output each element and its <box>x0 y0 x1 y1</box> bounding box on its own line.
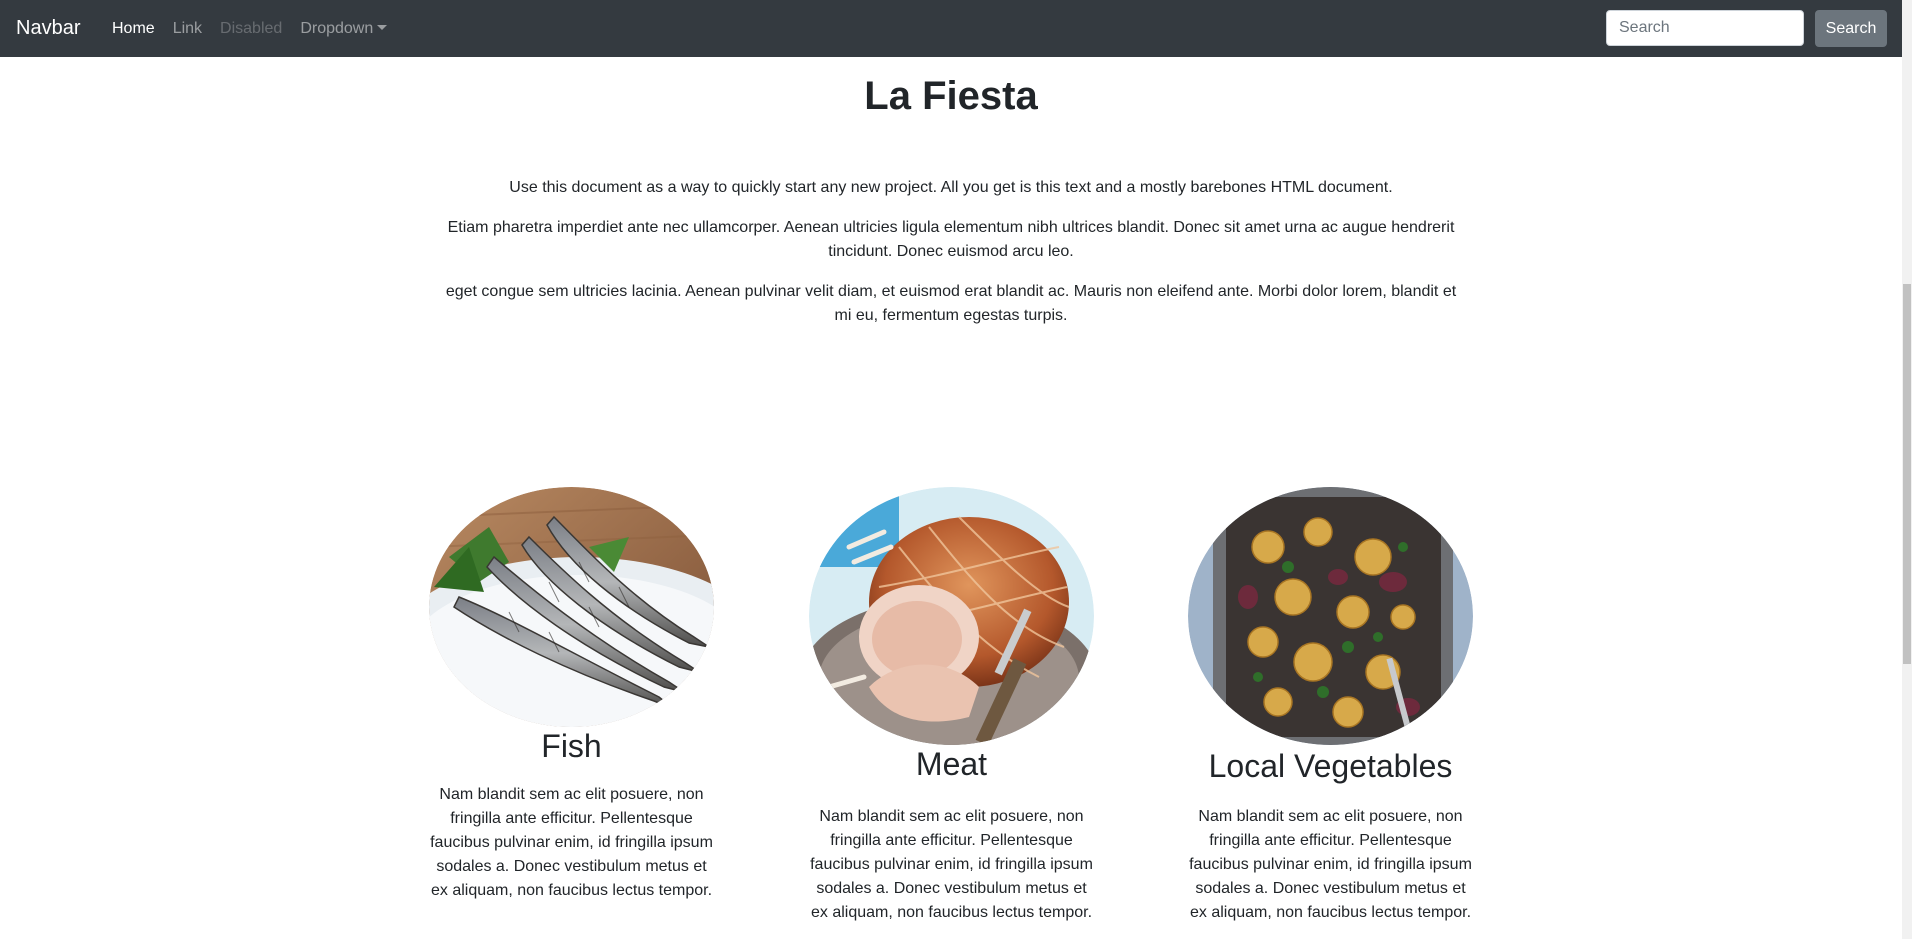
navbar: Navbar Home Link Disabled Dropdown Searc… <box>0 0 1902 57</box>
nav-links: Home Link Disabled Dropdown <box>103 19 396 39</box>
search-input[interactable] <box>1606 10 1804 46</box>
feature-local-vegetables: Local Vegetables Nam blandit sem ac elit… <box>1188 487 1473 925</box>
intro-paragraph: Use this document as a way to quickly st… <box>509 179 1393 196</box>
vertical-scrollbar[interactable] <box>1902 0 1912 939</box>
nav-link-home[interactable]: Home <box>103 19 164 39</box>
feature-meat: Meat Nam blandit sem ac elit posuere, no… <box>809 487 1094 925</box>
page: Navbar Home Link Disabled Dropdown Searc… <box>0 0 1902 939</box>
feature-title: Meat <box>915 746 988 782</box>
nav-dropdown-label: Dropdown <box>300 20 374 37</box>
navbar-brand[interactable]: Navbar <box>16 16 80 40</box>
feature-text: Nam blandit sem ac elit posuere, non fri… <box>1189 808 1472 921</box>
intro-text: Use this document as a way to quickly st… <box>436 176 1466 344</box>
intro-paragraph: Etiam pharetra imperdiet ante nec ullamc… <box>447 219 1455 260</box>
caret-down-icon <box>377 25 388 30</box>
grilled-sardines-photo <box>429 487 714 727</box>
nav-link-link[interactable]: Link <box>164 19 211 39</box>
feature-fish: Fish Nam blandit sem ac elit posuere, no… <box>429 487 714 903</box>
feature-title: Fish <box>541 728 602 764</box>
feature-text: Nam blandit sem ac elit posuere, non fri… <box>810 808 1093 921</box>
intro-paragraph: eget congue sem ultricies lacinia. Aenea… <box>445 283 1457 324</box>
page-title: La Fiesta <box>864 74 1038 118</box>
nav-dropdown-toggle[interactable]: Dropdown <box>291 19 396 39</box>
feature-text: Nam blandit sem ac elit posuere, non fri… <box>430 786 713 899</box>
nav-link-disabled: Disabled <box>220 20 283 37</box>
roasted-vegetables-photo <box>1188 487 1473 745</box>
search-button[interactable]: Search <box>1815 10 1887 47</box>
scrollbar-thumb[interactable] <box>1903 284 1911 664</box>
roast-pork-photo <box>809 487 1094 745</box>
browser-viewport: Navbar Home Link Disabled Dropdown Searc… <box>0 0 1912 939</box>
feature-title: Local Vegetables <box>1208 748 1453 784</box>
